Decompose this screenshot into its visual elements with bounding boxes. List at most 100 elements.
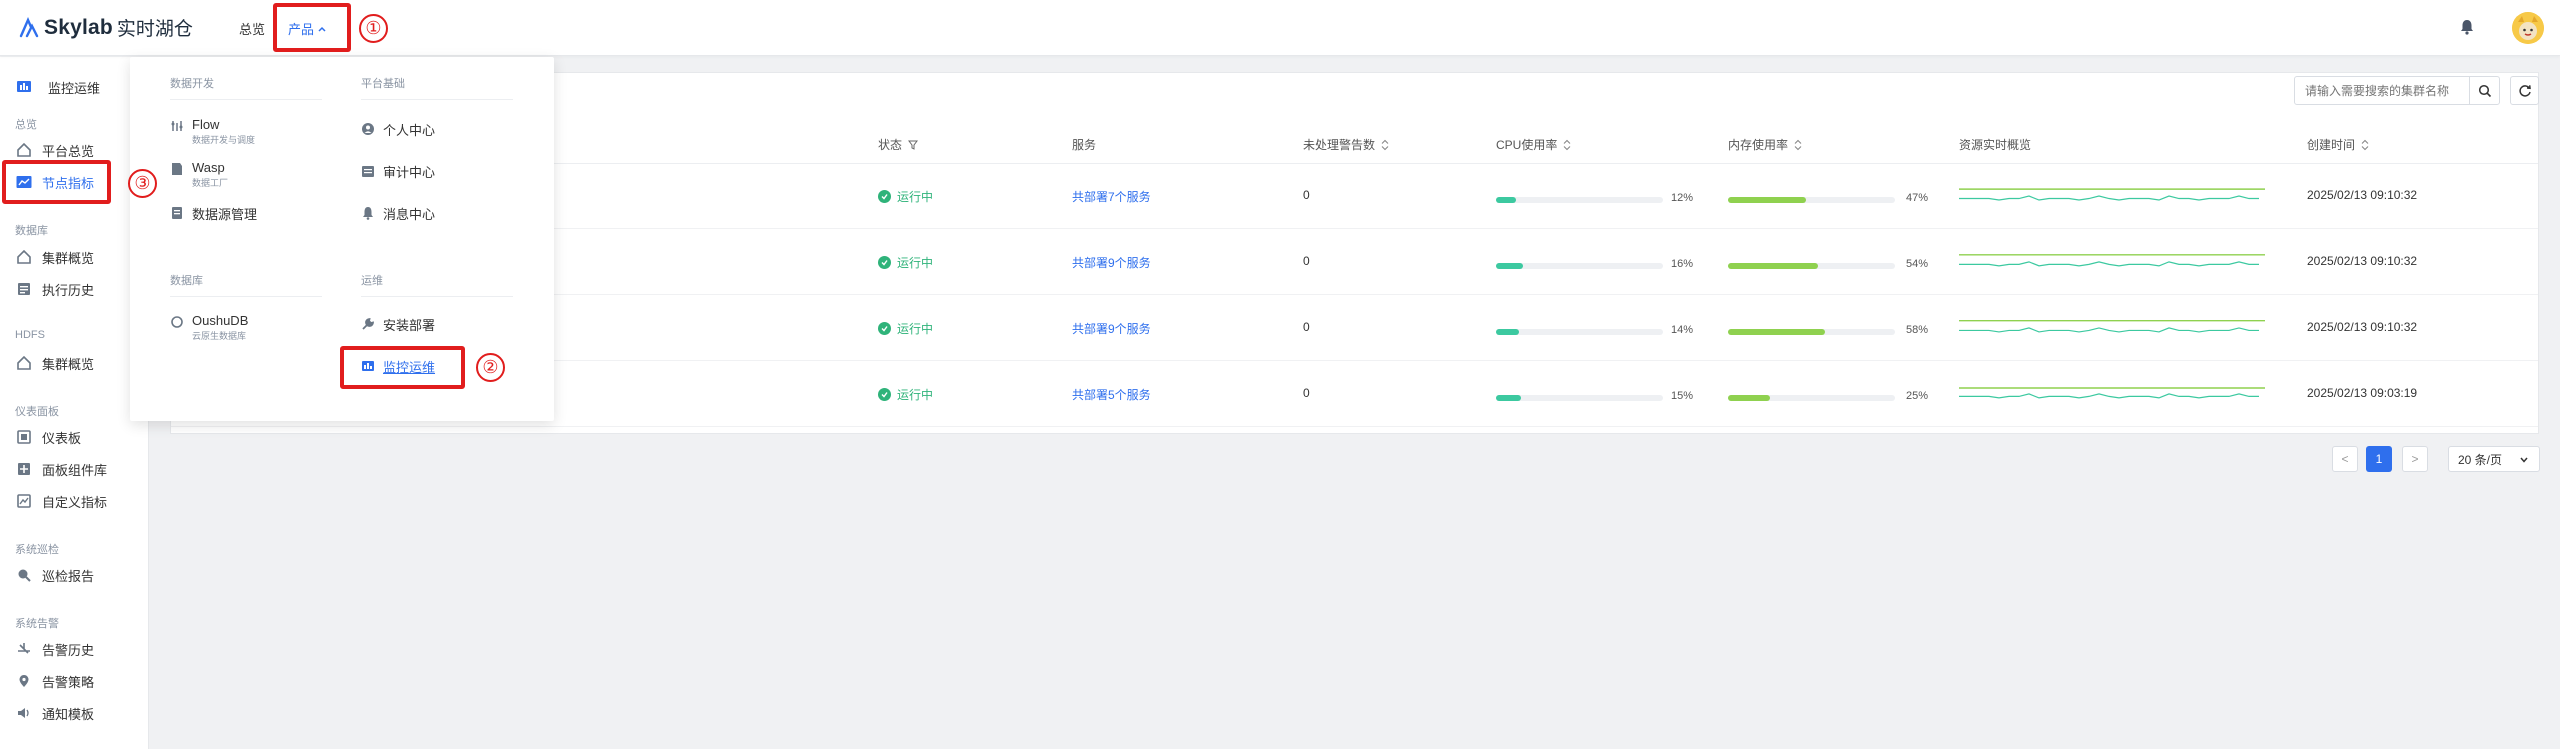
menu-item-label: OushuDB	[192, 313, 249, 328]
dropdown-group-title: 数据库	[170, 275, 203, 287]
page-size-select[interactable]: 20 条/页	[2448, 446, 2540, 472]
datasource-icon	[170, 206, 184, 220]
menu-item-install[interactable]: 安装部署	[361, 315, 435, 334]
flow-icon	[170, 119, 184, 133]
annotation-2: ②	[476, 353, 505, 382]
service-link[interactable]: 共部署9个服务	[1072, 320, 1151, 337]
list-icon	[16, 281, 32, 297]
bell-icon[interactable]	[2458, 18, 2476, 36]
current-page-label: 1	[2375, 452, 2383, 466]
sidebar-item-label: 面板组件库	[42, 462, 108, 478]
alert-history-icon	[16, 641, 32, 657]
menu-item-subtitle: 数据开发与调度	[192, 135, 256, 145]
created-time: 2025/02/13 09:10:32	[2307, 188, 2418, 202]
col-alerts[interactable]: 未处理警告数	[1303, 136, 1389, 153]
sidebar-item-platform-overview[interactable]: 平台总览	[16, 140, 94, 160]
col-status-label: 状态	[878, 138, 903, 152]
sort-icon[interactable]	[1563, 139, 1571, 151]
sort-icon[interactable]	[1794, 139, 1802, 151]
search-button[interactable]	[2469, 77, 2499, 104]
resource-sparkline	[1959, 254, 2265, 267]
filter-icon[interactable]	[908, 140, 919, 150]
sidebar-item-hdfs-cluster-overview[interactable]: 集群概览	[16, 353, 94, 373]
skylab-logo-icon	[19, 16, 39, 37]
menu-item-personal[interactable]: 个人中心	[361, 120, 435, 139]
search-report-icon	[16, 567, 32, 583]
prev-page-button[interactable]: <	[2332, 446, 2358, 472]
sidebar-item-dashboard[interactable]: 仪表板	[16, 427, 81, 447]
sidebar-item-label: 执行历史	[42, 282, 95, 298]
next-page-button[interactable]: >	[2402, 446, 2428, 472]
sidebar-item-label: 告警历史	[42, 642, 95, 658]
refresh-button[interactable]	[2510, 76, 2539, 105]
wasp-icon	[170, 162, 184, 176]
sidebar-item-exec-history[interactable]: 执行历史	[16, 279, 94, 299]
sidebar-item-custom-metrics[interactable]: 自定义指标	[16, 491, 107, 511]
page-1-button[interactable]: 1	[2366, 446, 2392, 472]
cpu-line	[1959, 327, 2259, 333]
menu-item-oushudb[interactable]: OushuDB 云原生数据库	[170, 313, 248, 342]
sort-icon[interactable]	[2361, 139, 2369, 151]
sidebar-group-title: 系统告警	[15, 618, 59, 630]
speaker-icon	[16, 705, 32, 721]
col-mem[interactable]: 内存使用率	[1728, 136, 1802, 153]
menu-item-message[interactable]: 消息中心	[361, 204, 435, 223]
logo[interactable]: Skylab 实时湖仓	[18, 14, 193, 41]
avatar-face-icon	[2512, 12, 2544, 44]
user-avatar[interactable]	[2512, 12, 2544, 44]
mem-percent: 54%	[1906, 258, 1929, 270]
divider	[361, 296, 513, 297]
dropdown-group-title: 运维	[361, 275, 383, 287]
sidebar-item-cluster-overview[interactable]: 集群概览	[16, 247, 94, 267]
menu-item-datasource[interactable]: 数据源管理	[170, 204, 257, 223]
service-link[interactable]: 共部署5个服务	[1072, 386, 1151, 403]
cpu-percent: 12%	[1671, 192, 1694, 204]
sidebar-item-monitor[interactable]: 监控运维	[16, 77, 100, 97]
alert-count: 0	[1303, 188, 1310, 202]
nav-overview[interactable]: 总览	[239, 19, 265, 38]
col-resource-label: 资源实时概览	[1959, 138, 2032, 152]
sidebar-group-title: HDFS	[15, 329, 45, 341]
resource-sparkline	[1959, 319, 2265, 333]
dropdown-group-title: 数据开发	[170, 78, 214, 90]
menu-item-label: 安装部署	[383, 318, 436, 333]
mem-percent: 58%	[1906, 324, 1929, 336]
sort-icon[interactable]	[1381, 139, 1389, 151]
col-status[interactable]: 状态	[878, 136, 919, 153]
panel-icon	[16, 461, 32, 477]
status-label: 运行中	[897, 388, 934, 402]
sidebar-item-label: 集群概览	[42, 250, 95, 266]
created-time: 2025/02/13 09:03:19	[2307, 386, 2418, 400]
status-label: 运行中	[897, 190, 934, 204]
menu-item-flow[interactable]: Flow 数据开发与调度	[170, 117, 255, 146]
col-created[interactable]: 创建时间	[2307, 136, 2369, 153]
home-icon	[16, 249, 32, 265]
service-link[interactable]: 共部署7个服务	[1072, 188, 1151, 205]
refresh-icon	[2518, 84, 2531, 97]
sidebar-item-panel-library[interactable]: 面板组件库	[16, 459, 107, 479]
prev-page-label: <	[2341, 452, 2349, 466]
sidebar-item-label: 通知模板	[42, 706, 95, 722]
menu-item-subtitle: 云原生数据库	[192, 331, 247, 341]
menu-item-audit[interactable]: 审计中心	[361, 162, 435, 181]
sidebar-item-alert-policy[interactable]: 告警策略	[16, 671, 94, 691]
sidebar-item-notify-template[interactable]: 通知模板	[16, 703, 94, 723]
col-cpu[interactable]: CPU使用率	[1496, 136, 1571, 153]
sidebar-item-alert-history[interactable]: 告警历史	[16, 639, 94, 659]
sidebar-item-inspection-report[interactable]: 巡检报告	[16, 565, 94, 585]
search-input[interactable]	[2295, 83, 2465, 98]
cpu-percent: 16%	[1671, 258, 1694, 270]
status-badge: 运行中	[878, 188, 933, 205]
location-pin-icon	[16, 673, 32, 689]
running-icon	[878, 190, 891, 203]
oushudb-icon	[170, 315, 184, 329]
sidebar-item-label: 仪表板	[42, 430, 82, 446]
status-label: 运行中	[897, 256, 934, 270]
sidebar-group-title: 仪表面板	[15, 406, 59, 418]
cpu-line	[1959, 261, 2259, 267]
service-link[interactable]: 共部署9个服务	[1072, 254, 1151, 271]
running-icon	[878, 388, 891, 401]
running-icon	[878, 256, 891, 269]
created-time: 2025/02/13 09:10:32	[2307, 320, 2418, 334]
menu-item-wasp[interactable]: Wasp 数据工厂	[170, 160, 228, 189]
